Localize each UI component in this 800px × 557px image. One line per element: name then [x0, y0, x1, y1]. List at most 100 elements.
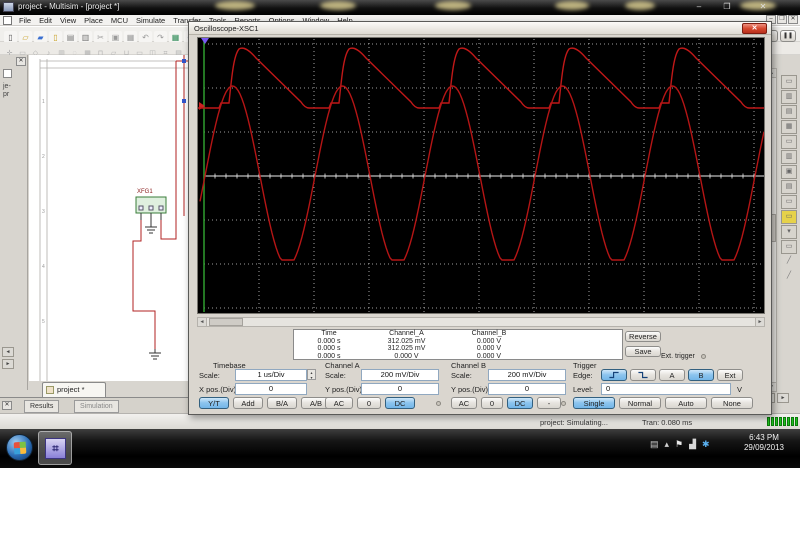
- menu-item-place[interactable]: Place: [80, 15, 107, 26]
- instrument-button-2[interactable]: ▤: [781, 105, 797, 119]
- activity-block: [783, 417, 786, 426]
- measurement-cell: 0.000 s: [317, 337, 341, 345]
- oscilloscope-titlebar[interactable]: Oscilloscope-XSC1: [189, 22, 771, 35]
- svg-text:3: 3: [42, 209, 45, 215]
- timebase-xpos-input[interactable]: 0: [235, 383, 307, 395]
- channel-a-coupling-ac[interactable]: AC: [325, 397, 353, 409]
- timebase-mode-buttons: Y/T Add B/A A/B: [199, 397, 331, 409]
- start-button[interactable]: [6, 434, 33, 461]
- scroll-left-button[interactable]: ◄: [198, 318, 207, 326]
- instrument-button-4[interactable]: ▭: [781, 135, 797, 149]
- channel-a-scale-input[interactable]: 200 mV/Div: [361, 369, 439, 381]
- trigger-time-marker[interactable]: [201, 38, 209, 44]
- instrument-button-1[interactable]: ▥: [781, 90, 797, 104]
- minimize-button[interactable]: –: [688, 1, 710, 13]
- instrument-button-3[interactable]: ▦: [781, 120, 797, 134]
- channel-a-coupling-dc[interactable]: DC: [385, 397, 415, 409]
- trigger-edge-fall-edge-icon-button[interactable]: [630, 369, 656, 381]
- trigger-edge-b[interactable]: B: [688, 369, 714, 381]
- trigger-edge-ext[interactable]: Ext: [717, 369, 743, 381]
- channel-a-ypos-input[interactable]: 0: [361, 383, 439, 395]
- menu-item-edit[interactable]: Edit: [35, 15, 56, 26]
- hscroll-right-button[interactable]: ►: [777, 393, 789, 403]
- taskbar-multisim-button[interactable]: ⌗: [38, 431, 72, 465]
- timebase-scale-input[interactable]: 1 us/Div: [235, 369, 307, 381]
- wire[interactable]: [132, 220, 156, 349]
- pause-simulation-button[interactable]: ❚❚: [780, 30, 796, 42]
- printer-tray-icon[interactable]: ▤: [650, 439, 659, 450]
- channel-b-coupling-dc[interactable]: DC: [507, 397, 533, 409]
- mdi-close-button[interactable]: ✕: [788, 15, 798, 24]
- trigger-mode-normal[interactable]: Normal: [619, 397, 661, 409]
- channel-b-ypos-input[interactable]: 0: [488, 383, 566, 395]
- timebase-scale-spinner[interactable]: ▴ ▾: [307, 369, 316, 380]
- channel-b-scale-input[interactable]: 200 mV/Div: [488, 369, 566, 381]
- instrument-button-11[interactable]: ▭: [781, 240, 797, 254]
- measurement-cell: 0.000 s: [317, 345, 341, 352]
- sheet-tab[interactable]: project *: [42, 382, 106, 397]
- instrument-button-6[interactable]: ▣: [781, 165, 797, 179]
- menu-item-file[interactable]: File: [15, 15, 35, 26]
- instrument-button-7[interactable]: ▤: [781, 180, 797, 194]
- instrument-button-9[interactable]: ▭: [781, 210, 797, 224]
- action-center-icon[interactable]: ⚑: [675, 439, 683, 450]
- network-icon[interactable]: ▟: [689, 439, 696, 450]
- function-generator-component[interactable]: [135, 196, 167, 214]
- trigger-edge-a[interactable]: A: [659, 369, 685, 381]
- menu-item-simulate[interactable]: Simulate: [132, 15, 169, 26]
- trigger-mode-none[interactable]: None: [711, 397, 753, 409]
- menu-item-mcu[interactable]: MCU: [107, 15, 132, 26]
- channel-a-coupling-0[interactable]: 0: [357, 397, 381, 409]
- close-toolbox-button[interactable]: ✕: [16, 57, 26, 66]
- menu-item-view[interactable]: View: [56, 15, 80, 26]
- measurements-header-cell: Channel_A: [389, 330, 424, 337]
- ground-symbol[interactable]: [149, 349, 161, 360]
- show-hidden-icons[interactable]: ▴: [665, 439, 670, 450]
- updates-tray-icon[interactable]: ✱: [702, 439, 710, 450]
- schematic-drawing: 1 2 3 4 5 XFG1: [39, 55, 188, 381]
- close-button[interactable]: ✕: [752, 1, 774, 13]
- channel-b-coupling-[interactable]: -: [537, 397, 561, 409]
- display-scrollbar[interactable]: ◄ ►: [197, 317, 765, 327]
- tab-results[interactable]: Results: [24, 400, 60, 413]
- save-button[interactable]: Save: [625, 346, 661, 357]
- reverse-button[interactable]: Reverse: [625, 331, 661, 342]
- instrument-button-5[interactable]: ▥: [781, 150, 797, 164]
- instrument-button-8[interactable]: ▭: [781, 195, 797, 209]
- channel-b-coupling-0[interactable]: 0: [481, 397, 503, 409]
- tab-simulation[interactable]: Simulation: [74, 400, 119, 413]
- taskbar-clock[interactable]: 6:43 PM 29/09/2013: [731, 433, 797, 453]
- timebase-mode-ba[interactable]: B/A: [267, 397, 297, 409]
- measurements-header-cell: [529, 330, 622, 338]
- titlebar-glare: [215, 1, 255, 10]
- channel-b-trace: [199, 85, 765, 261]
- instrument-button-10[interactable]: ▾: [781, 225, 797, 239]
- close-spreadsheet-button[interactable]: ✕: [2, 401, 12, 410]
- ground-symbol[interactable]: [145, 220, 157, 234]
- sheet-tab-label: project *: [57, 385, 85, 394]
- mdi-restore-button[interactable]: ❐: [777, 15, 787, 24]
- trigger-mode-single[interactable]: Single: [573, 397, 615, 409]
- trigger-mode-auto[interactable]: Auto: [665, 397, 707, 409]
- measurements-header-cell: Channel_B: [471, 330, 507, 337]
- activity-block: [771, 417, 774, 426]
- scroll-left-button[interactable]: ◄: [2, 347, 14, 357]
- trigger-title: Trigger: [573, 361, 597, 370]
- instrument-button-13[interactable]: ╱: [781, 270, 797, 284]
- trigger-edge-rise-edge-icon-button[interactable]: [601, 369, 627, 381]
- instrument-button-0[interactable]: ▭: [781, 75, 797, 89]
- timebase-mode-add[interactable]: Add: [233, 397, 263, 409]
- maximize-button[interactable]: ❐: [716, 1, 738, 13]
- scroll-right-button[interactable]: ►: [2, 359, 14, 369]
- oscilloscope-window[interactable]: Oscilloscope-XSC1 ✕ ◄ ► T1◄►T2◄►T2-T1 Ti…: [118, 21, 800, 415]
- scroll-right-button[interactable]: ►: [755, 318, 764, 326]
- instrument-button-12[interactable]: ╱: [781, 255, 797, 269]
- component-refdes[interactable]: XFG1: [137, 189, 153, 195]
- activity-block: [775, 417, 778, 426]
- timebase-mode-yt[interactable]: Y/T: [199, 397, 229, 409]
- trigger-level-input[interactable]: 0: [601, 383, 731, 395]
- oscilloscope-close-button[interactable]: ✕: [742, 23, 767, 34]
- channel-b-coupling-ac[interactable]: AC: [451, 397, 477, 409]
- ext-trigger-indicator[interactable]: [701, 354, 706, 359]
- scrollbar-thumb[interactable]: [209, 318, 243, 326]
